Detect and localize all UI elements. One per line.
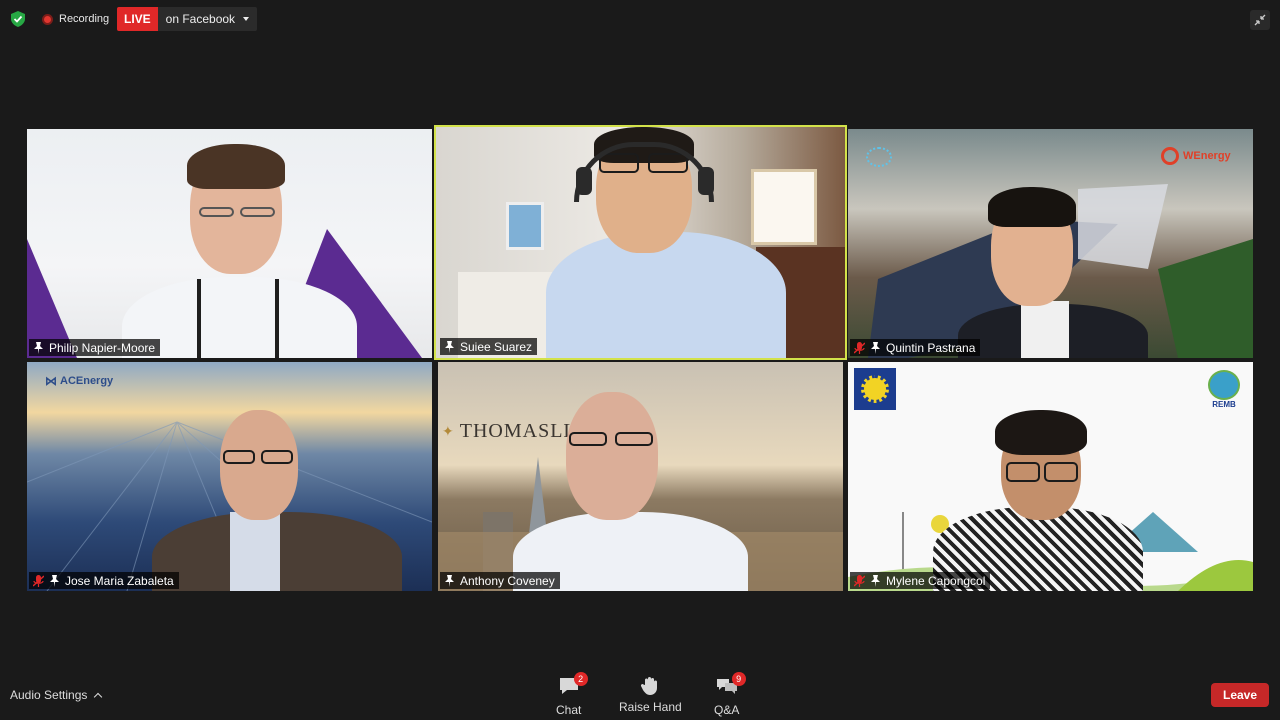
agency-logo: REMB: [1208, 370, 1240, 409]
participant-name: Quintin Pastrana: [886, 340, 976, 355]
pin-icon: [445, 340, 454, 353]
government-seal-logo: [854, 368, 896, 410]
name-tag: Quintin Pastrana: [850, 339, 981, 356]
pin-icon: [34, 341, 43, 354]
video-tile-anthony[interactable]: ✦ THOMASLL Anthony Coveney: [438, 362, 843, 591]
participant-name: Mylene Capongcol: [886, 573, 986, 588]
energy-logo: WEnergy: [1161, 147, 1231, 165]
participant-name: Philip Napier-Moore: [49, 340, 156, 355]
mic-muted-icon: [854, 341, 865, 354]
shield-check-icon[interactable]: [11, 11, 25, 27]
audio-settings-label: Audio Settings: [10, 688, 88, 702]
pin-icon: [50, 574, 59, 587]
name-tag: Mylene Capongcol: [850, 572, 991, 589]
exit-fullscreen-icon: [1254, 14, 1266, 26]
video-tile-suiee[interactable]: Suiee Suarez: [434, 125, 847, 360]
name-tag: Anthony Coveney: [440, 572, 560, 589]
exit-fullscreen-button[interactable]: [1250, 10, 1270, 30]
leave-button[interactable]: Leave: [1211, 683, 1269, 707]
video-tile-quintin[interactable]: WEnergy Quintin Pastrana: [848, 129, 1253, 358]
company-logo: ✦ THOMASLL: [442, 420, 577, 442]
mic-muted-icon: [854, 574, 865, 587]
stream-target-dropdown[interactable]: on Facebook: [157, 7, 258, 31]
qa-label: Q&A: [714, 703, 740, 717]
chat-label: Chat: [556, 703, 582, 717]
name-tag: Jose Maria Zabaleta: [29, 572, 179, 589]
live-stream-button[interactable]: LIVE on Facebook: [117, 7, 258, 31]
wall-picture-frame: [751, 169, 817, 245]
chat-button[interactable]: 2 Chat: [556, 672, 588, 717]
audio-settings-button[interactable]: Audio Settings: [10, 688, 103, 702]
video-tile-mylene[interactable]: REMB Mylene Capongcol: [848, 362, 1253, 591]
raise-hand-label: Raise Hand: [619, 700, 682, 714]
wall-picture-frame: [506, 202, 544, 250]
qa-button[interactable]: 9 Q&A: [714, 672, 746, 717]
participant-name: Jose Maria Zabaleta: [65, 573, 174, 588]
participant-name: Anthony Coveney: [460, 573, 555, 588]
video-tile-philip[interactable]: Philip Napier-Moore: [27, 129, 432, 358]
name-tag: Philip Napier-Moore: [29, 339, 161, 356]
dots-logo: [866, 147, 892, 167]
participant-name: Suiee Suarez: [460, 339, 533, 354]
chat-badge: 2: [573, 672, 588, 686]
recording-indicator[interactable]: Recording: [42, 10, 109, 28]
mic-muted-icon: [33, 574, 44, 587]
recording-label: Recording: [59, 13, 110, 25]
chevron-up-icon: [94, 692, 103, 701]
pin-icon: [445, 574, 454, 587]
name-tag: Suiee Suarez: [440, 338, 538, 355]
raise-hand-button[interactable]: Raise Hand: [619, 676, 682, 714]
company-logo: ⋈ ACEnergy: [45, 374, 114, 388]
qa-badge: 9: [731, 672, 746, 686]
caret-down-icon: [243, 17, 250, 21]
top-bar: Recording LIVE on Facebook: [0, 0, 1280, 38]
recording-dot-icon: [42, 13, 53, 25]
hand-icon: [641, 677, 658, 695]
stream-target-label: on Facebook: [165, 12, 236, 26]
video-tile-jose[interactable]: ⋈ ACEnergy Jose Maria Zabaleta: [27, 362, 432, 591]
pin-icon: [871, 574, 880, 587]
pin-icon: [871, 341, 880, 354]
live-badge: LIVE: [117, 7, 158, 31]
